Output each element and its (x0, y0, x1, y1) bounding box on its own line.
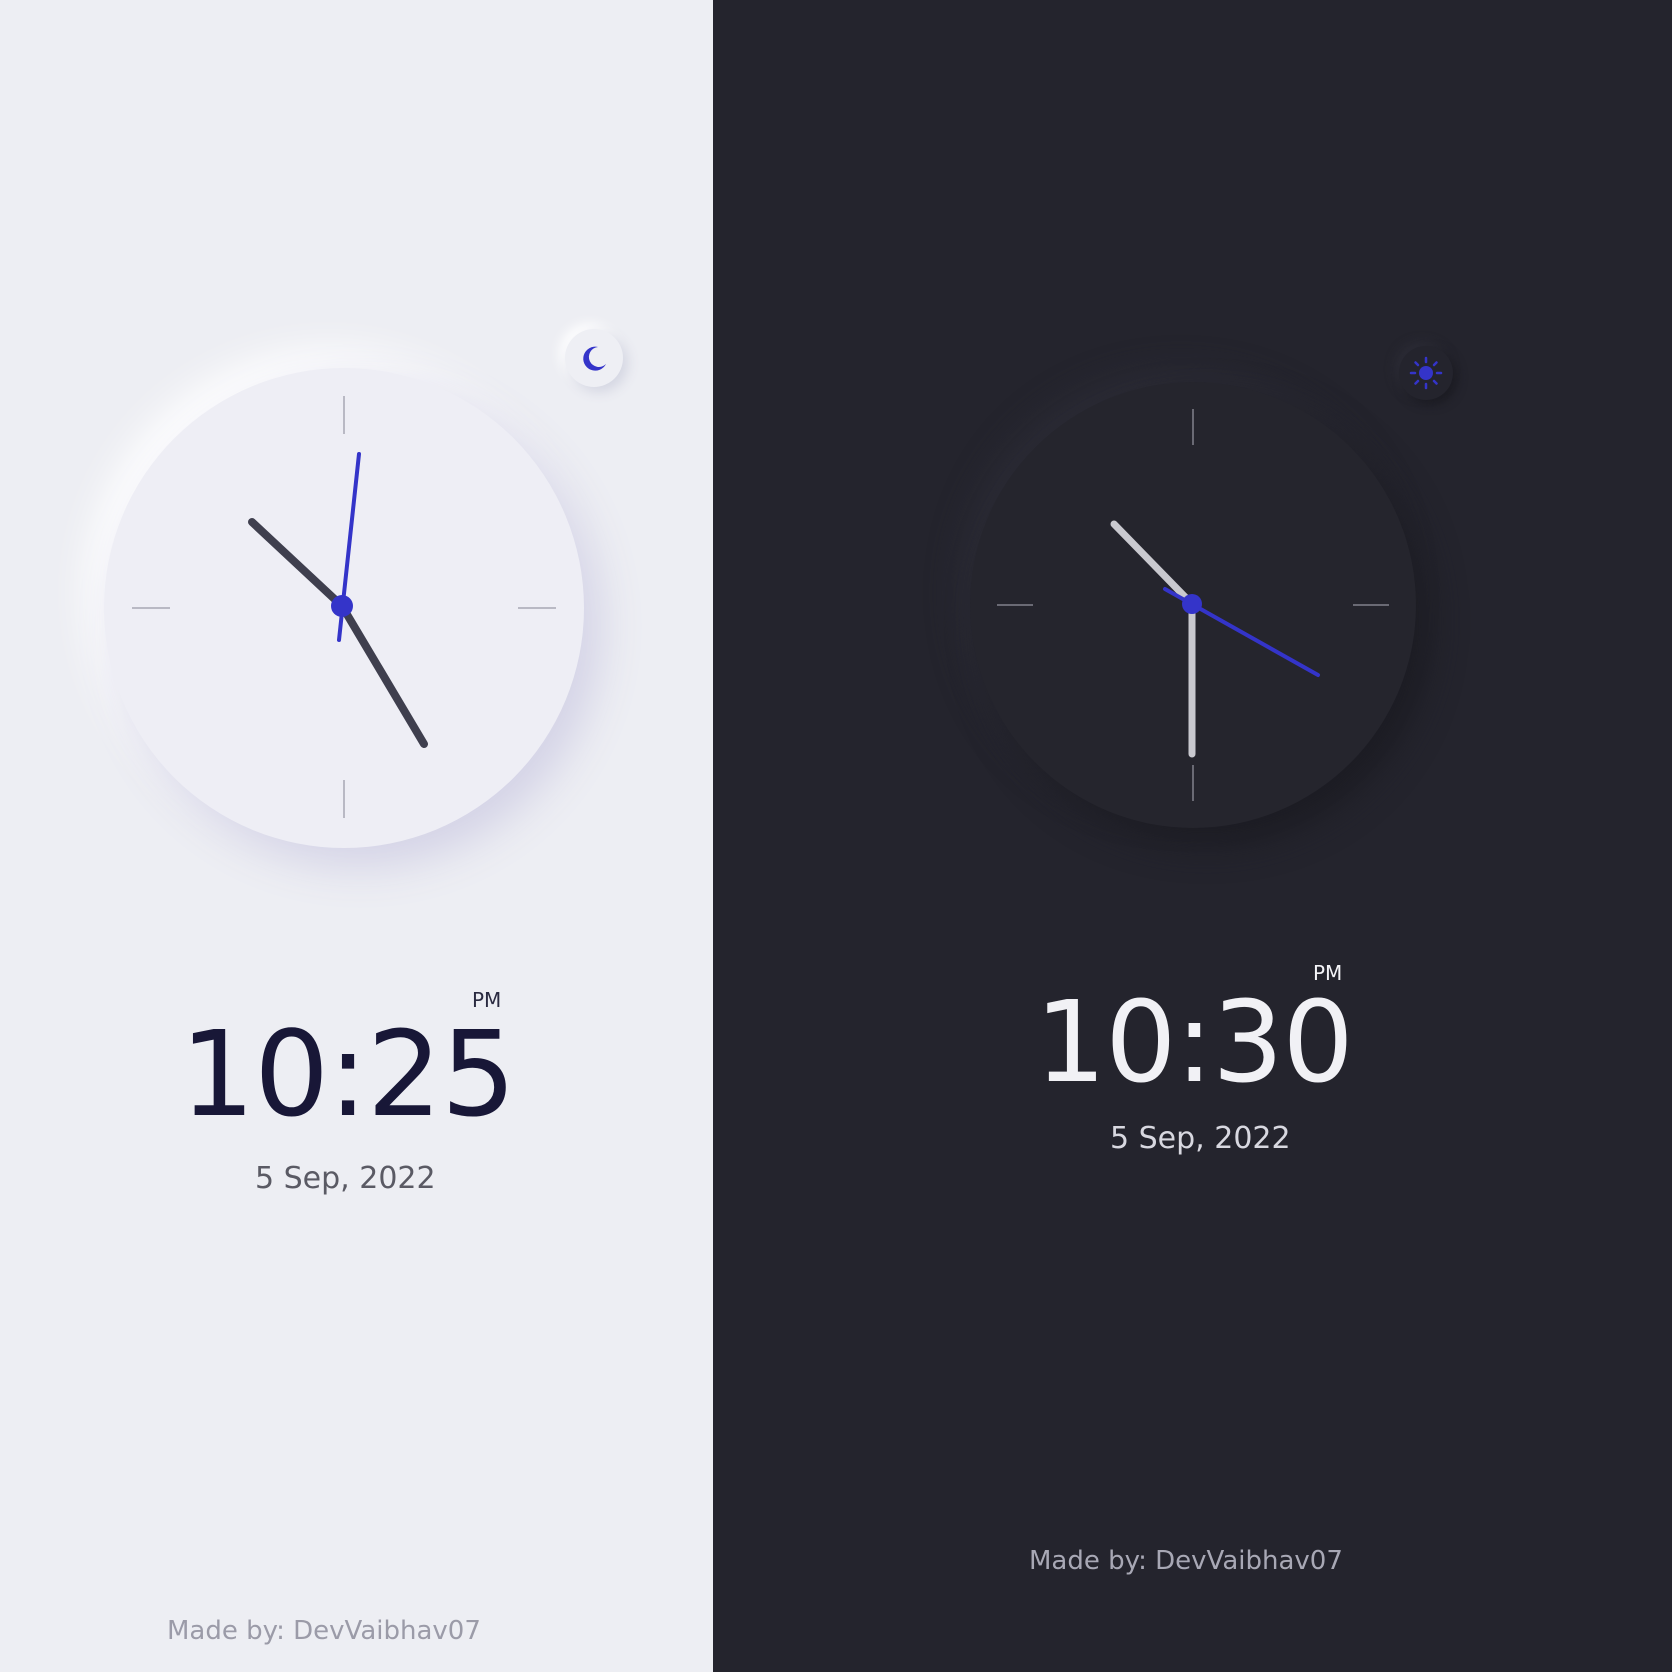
digital-time: 10:25 (180, 1005, 516, 1143)
credit-text: Made by: DevVaibhav07 (1029, 1546, 1343, 1576)
center-pin (1182, 594, 1202, 614)
credit-text: Made by: DevVaibhav07 (167, 1616, 481, 1646)
digital-time: 10:30 (1035, 978, 1354, 1108)
hour-hand (1110, 520, 1196, 608)
minute-hand (338, 602, 428, 748)
date-label: 5 Sep, 2022 (255, 1161, 436, 1196)
am-pm-indicator: PM (472, 988, 502, 1012)
am-pm-indicator: PM (1313, 961, 1343, 985)
light-theme-panel: 10:25 PM 5 Sep, 2022 Made by: DevVaibhav… (0, 0, 713, 1672)
analog-clock-face (104, 368, 584, 848)
analog-clock-face (970, 382, 1416, 828)
hour-hand (248, 518, 346, 610)
center-pin (331, 595, 353, 617)
date-label: 5 Sep, 2022 (1110, 1121, 1291, 1156)
dark-theme-panel: 10:30 PM 5 Sep, 2022 Made by: DevVaibhav… (713, 0, 1672, 1672)
